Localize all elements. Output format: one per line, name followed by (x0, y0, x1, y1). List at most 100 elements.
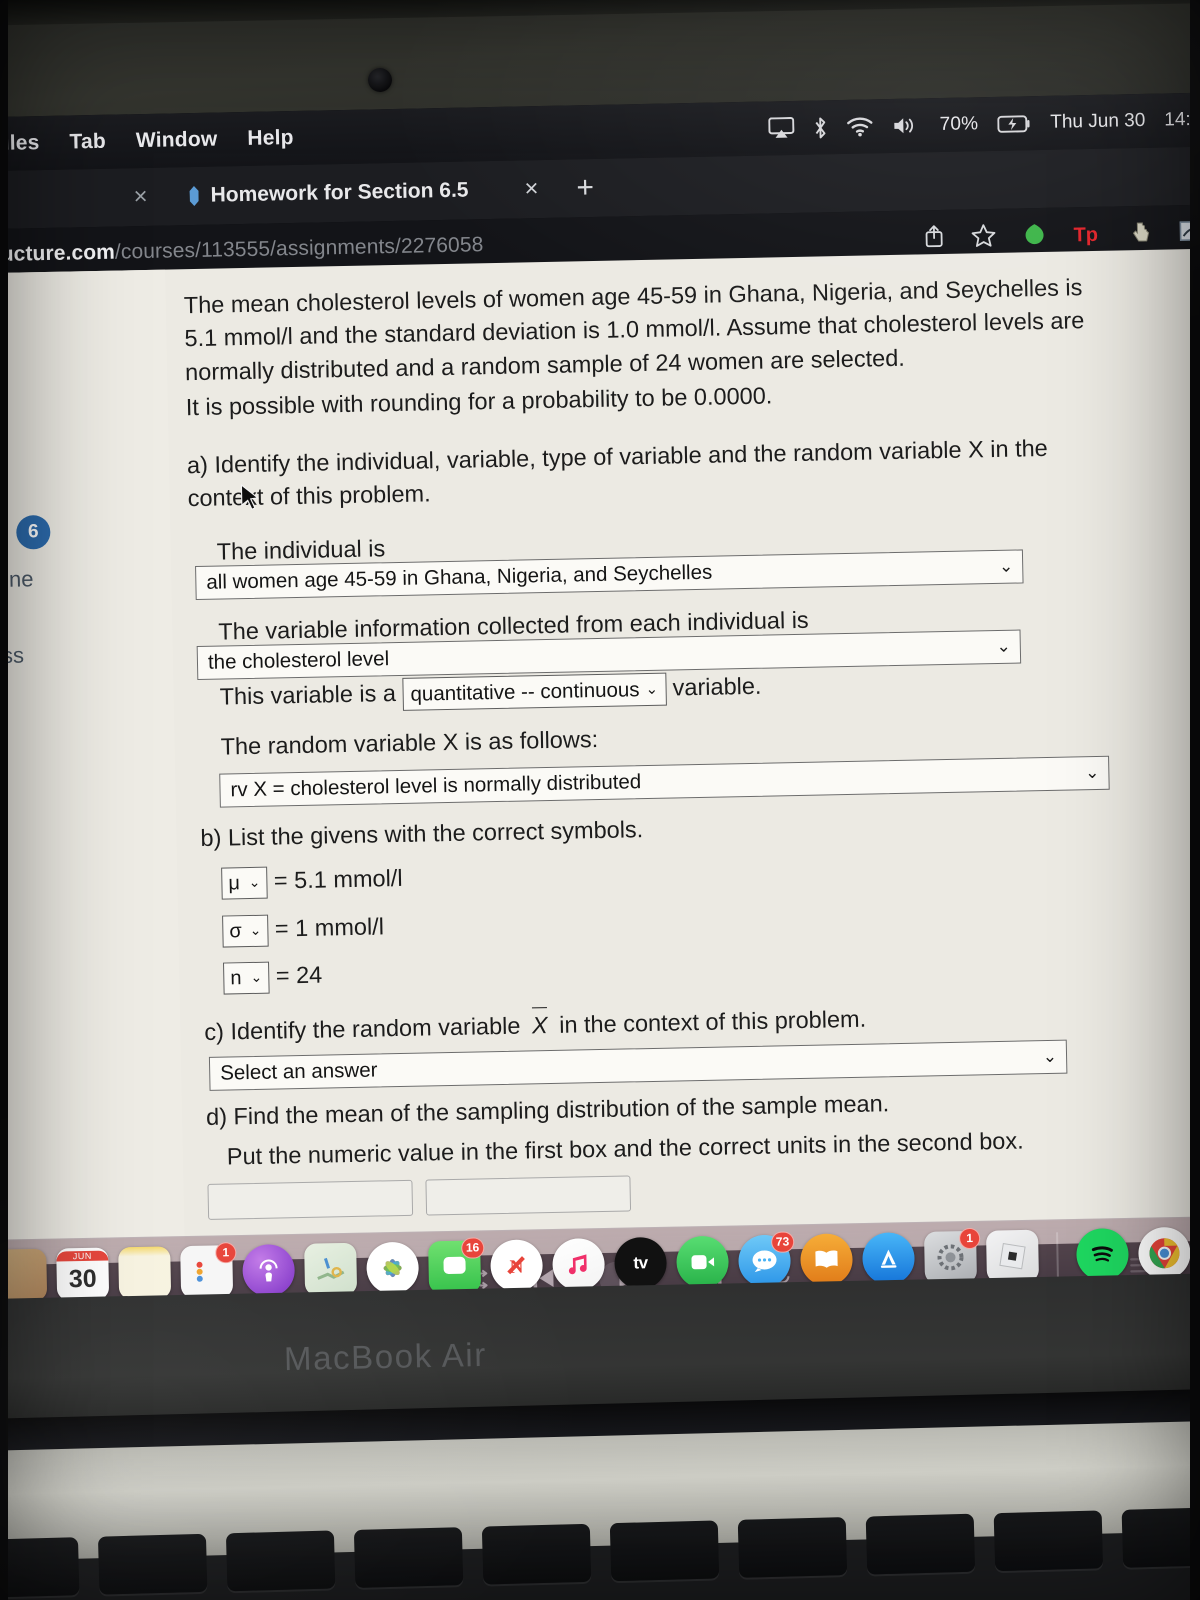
dock-item-chrome[interactable] (1137, 1226, 1191, 1288)
dock-badge-messages: 16 (460, 1236, 485, 1259)
tab-close-icon-left[interactable]: × (133, 183, 148, 211)
volume-icon[interactable] (892, 115, 920, 136)
individual-select-value: all women age 45-59 in Ghana, Nigeria, a… (206, 561, 713, 595)
dock-item-messages-2[interactable]: 73 (738, 1230, 795, 1287)
dock-item-reminders[interactable]: 1 (180, 1241, 237, 1298)
hand-pointer-icon[interactable] (1128, 220, 1152, 244)
keyboard-key (1121, 1507, 1200, 1568)
canvas-page: ents 6 ng Online Success The mean choles… (0, 247, 1200, 1318)
new-tab-button[interactable]: + (576, 171, 594, 205)
given-mu-symbol: μ (228, 871, 241, 895)
dock-item-roblox[interactable] (985, 1229, 1039, 1291)
given-mu-select[interactable]: μ ⌄ (221, 866, 268, 900)
random-variable-select[interactable]: rv X = cholesterol level is normally dis… (219, 755, 1110, 808)
canvas-sidebar: ents 6 ng Online Success (0, 269, 187, 1318)
given-mu-value: = 5.1 mmol/l (273, 864, 403, 894)
svg-text:Tp: Tp (1073, 223, 1098, 245)
given-n-row: n ⌄ = 24 (222, 959, 323, 995)
browser-tab-active[interactable]: Homework for Section 6.5 (189, 178, 469, 208)
bluetooth-icon[interactable] (813, 116, 827, 139)
dock-item-news[interactable]: N (490, 1238, 544, 1292)
calendar-day-label: 30 (68, 1264, 97, 1293)
dock-item-appletv[interactable]: tv (614, 1236, 668, 1290)
tp-extension-icon[interactable]: Tp (1072, 220, 1102, 246)
url-path: /courses/113555/assignments/2276058 (114, 233, 484, 264)
dock-item-books[interactable] (800, 1232, 854, 1286)
dock-item-notes[interactable] (118, 1245, 172, 1299)
photo-edge-right (1190, 0, 1200, 1600)
random-variable-label: The random variable X is as follows: (220, 726, 599, 760)
chevron-down-icon: ⌄ (996, 636, 1012, 656)
given-sigma-select[interactable]: σ ⌄ (222, 914, 269, 948)
chevron-down-icon: ⌄ (645, 680, 659, 699)
tab-close-icon[interactable]: × (524, 175, 539, 203)
tab-favicon-icon (189, 186, 198, 206)
menubar-item-help[interactable]: Help (247, 126, 294, 151)
sidebar-badge-count: 6 (15, 514, 51, 550)
variable-type-suffix: variable. (672, 672, 762, 701)
given-n-symbol: n (230, 966, 242, 990)
chevron-down-icon: ⌄ (248, 873, 261, 890)
part-d-value-input[interactable] (207, 1179, 414, 1220)
laptop-brand-label: MacBook Air (283, 1335, 488, 1378)
battery-charging-icon[interactable] (997, 114, 1031, 134)
keyboard-key (865, 1513, 976, 1575)
dock-item-calendar[interactable]: JUN 30 (56, 1247, 110, 1301)
random-variable-value: rv X = cholesterol level is normally dis… (230, 770, 642, 802)
part-c-prompt: c) Identify the random variable X in the… (204, 1001, 866, 1050)
dock-item-music[interactable] (552, 1237, 606, 1291)
appletv-label: tv (633, 1252, 648, 1272)
keyboard-key (97, 1533, 208, 1595)
share-icon[interactable] (923, 224, 944, 248)
photo-edge-left (0, 0, 8, 1600)
chevron-down-icon: ⌄ (1042, 1046, 1058, 1067)
green-leaf-icon[interactable] (1022, 222, 1046, 246)
part-d-prompt: d) Find the mean of the sampling distrib… (205, 1090, 890, 1130)
chevron-down-icon: ⌄ (998, 556, 1014, 576)
variable-type-select[interactable]: quantitative -- continuous ⌄ (402, 672, 667, 712)
dock-item-appstore[interactable] (862, 1231, 916, 1285)
part-c-select-value: Select an answer (220, 1058, 378, 1086)
keyboard-key (737, 1517, 848, 1578)
svg-text:N: N (509, 1256, 523, 1277)
part-b-prompt: b) List the givens with the correct symb… (200, 816, 644, 851)
given-mu-row: μ ⌄ = 5.1 mmol/l (221, 862, 403, 900)
question-intro-text: The mean cholesterol levels of women age… (183, 274, 1085, 385)
dock-badge-reminders: 1 (215, 1241, 237, 1263)
tab-title: Homework for Section 6.5 (210, 178, 469, 207)
dock-item-photos[interactable] (366, 1241, 420, 1295)
part-a-prompt: a) Identify the individual, variable, ty… (186, 434, 1048, 512)
laptop-screen: files Tab Window Help 70% Thu Jun 30 14:… (0, 91, 1200, 1318)
chevron-down-icon: ⌄ (249, 921, 262, 938)
wifi-icon[interactable] (846, 116, 873, 137)
dock-item-spotify[interactable] (1075, 1227, 1129, 1289)
bookmark-star-icon[interactable] (970, 222, 996, 248)
chevron-down-icon: ⌄ (250, 968, 263, 985)
menubar-date[interactable]: Thu Jun 30 (1050, 110, 1146, 134)
part-c-prompt-pre: c) Identify the random variable (204, 1012, 521, 1045)
keyboard-key (353, 1527, 464, 1588)
mouse-cursor-icon (240, 483, 260, 511)
chevron-down-icon: ⌄ (1084, 762, 1100, 783)
menubar-item-window[interactable]: Window (136, 128, 218, 154)
part-c-select[interactable]: Select an answer ⌄ (208, 1039, 1068, 1091)
dock-item-podcasts[interactable] (242, 1243, 296, 1306)
given-n-select[interactable]: n ⌄ (222, 961, 270, 995)
dock-item-messages[interactable]: 16 (428, 1236, 485, 1293)
dock-item-maps[interactable] (304, 1242, 358, 1296)
battery-percent-label: 70% (939, 113, 979, 136)
given-sigma-value: = 1 mmol/l (274, 913, 385, 942)
laptop-photo: files Tab Window Help 70% Thu Jun 30 14:… (0, 0, 1200, 1600)
calendar-month-label: JUN (56, 1250, 109, 1262)
menubar-item-tab[interactable]: Tab (69, 130, 106, 155)
airplay-icon[interactable] (768, 117, 795, 140)
part-d-units-input[interactable] (425, 1175, 632, 1216)
dock-badge-messages-2: 73 (770, 1230, 795, 1253)
part-c-xbar-symbol: X (531, 1007, 549, 1043)
dock-item-system-preferences[interactable]: 1 (924, 1227, 981, 1284)
dock-item-facetime[interactable] (676, 1235, 730, 1297)
keyboard-key (993, 1510, 1104, 1572)
keyboard-key (0, 1537, 80, 1598)
variable-select-value: the cholesterol level (207, 647, 390, 675)
part-d-hint: Put the numeric value in the first box a… (226, 1127, 1024, 1170)
